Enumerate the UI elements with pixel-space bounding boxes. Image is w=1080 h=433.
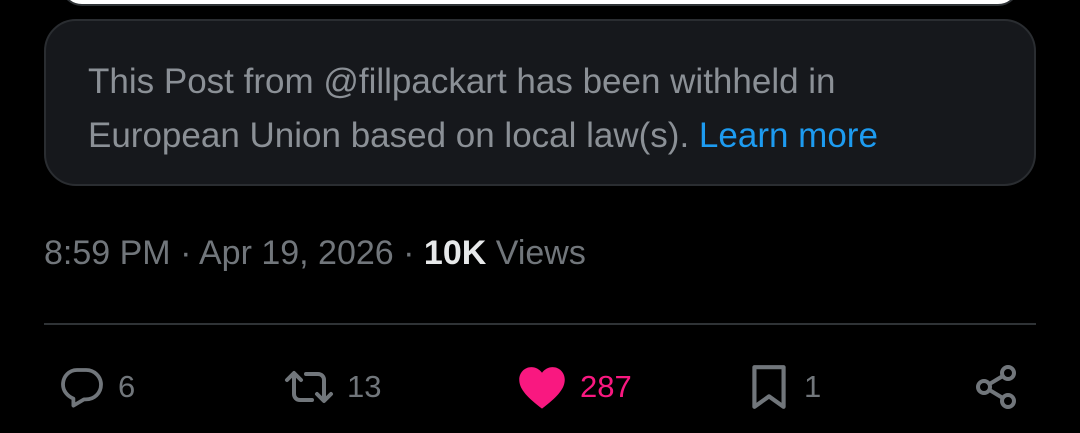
quoted-card-remnant[interactable] [60, 0, 1020, 6]
bookmark-icon [746, 362, 792, 412]
like-count: 287 [580, 369, 632, 404]
views-label: Views [495, 234, 586, 272]
reply-icon [58, 363, 106, 411]
reply-count: 6 [118, 369, 136, 404]
meta-separator: · [180, 234, 192, 272]
divider [44, 323, 1036, 325]
heart-icon [516, 363, 568, 411]
bookmark-count: 1 [804, 369, 822, 404]
post-time[interactable]: 8:59 PM [44, 234, 171, 272]
repost-count: 13 [347, 369, 382, 404]
withheld-notice: This Post from @fillpackart has been wit… [44, 19, 1036, 186]
action-bar: 6 13 287 1 [0, 355, 1080, 419]
post-detail: This Post from @fillpackart has been wit… [0, 0, 1080, 433]
post-meta: 8:59 PM · Apr 19, 2026 · 10K Views [44, 229, 586, 277]
repost-button[interactable]: 13 [283, 355, 381, 419]
reply-button[interactable]: 6 [58, 355, 135, 419]
bookmark-button[interactable]: 1 [746, 355, 821, 419]
views-count: 10K [423, 234, 487, 272]
meta-separator: · [403, 234, 415, 272]
like-button[interactable]: 287 [516, 355, 632, 419]
share-icon [972, 362, 1020, 412]
learn-more-link[interactable]: Learn more [699, 116, 878, 155]
share-button[interactable] [972, 355, 1020, 419]
post-date[interactable]: Apr 19, 2026 [199, 234, 394, 272]
repost-icon [283, 363, 335, 411]
